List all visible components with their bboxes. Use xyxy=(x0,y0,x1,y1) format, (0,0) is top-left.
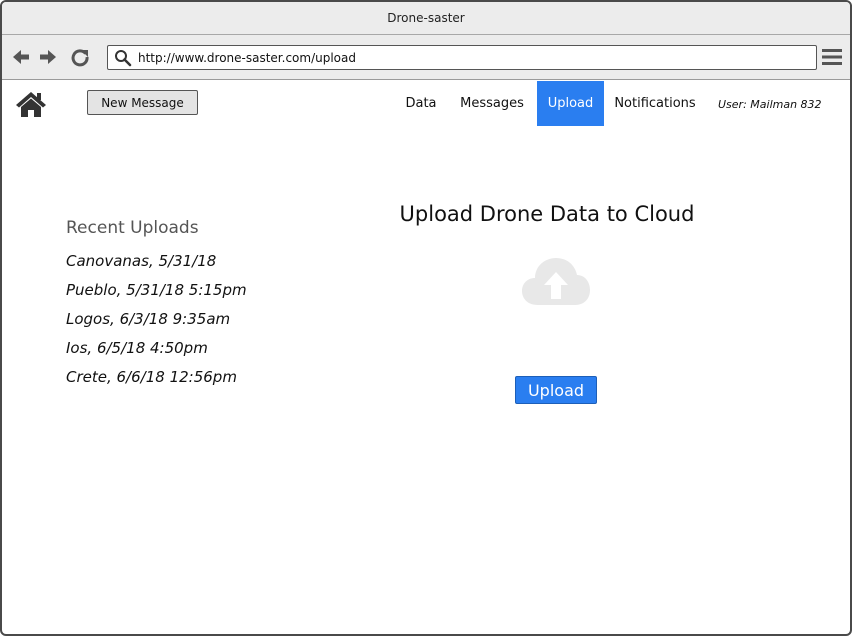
recent-upload-item[interactable]: Ios, 6/5/18 4:50pm xyxy=(66,337,247,366)
user-label: User: Mailman 832 xyxy=(718,98,822,111)
url-input[interactable] xyxy=(138,50,778,65)
nav-messages[interactable]: Messages xyxy=(454,81,530,126)
window-title: Drone-saster xyxy=(387,11,465,25)
address-bar[interactable] xyxy=(107,45,817,70)
browser-toolbar xyxy=(2,35,850,80)
arrow-right-icon[interactable] xyxy=(38,47,58,67)
reload-icon[interactable] xyxy=(70,47,90,67)
browser-window: Drone-saster New Message xyxy=(0,0,852,636)
cloud-upload-icon xyxy=(522,258,590,305)
nav-data[interactable]: Data xyxy=(400,81,442,126)
window-titlebar: Drone-saster xyxy=(2,2,850,35)
recent-upload-item[interactable]: Logos, 6/3/18 9:35am xyxy=(66,308,247,337)
upload-button[interactable]: Upload xyxy=(515,376,597,404)
recent-uploads-title: Recent Uploads xyxy=(66,218,199,238)
new-message-button[interactable]: New Message xyxy=(87,90,198,115)
nav-upload[interactable]: Upload xyxy=(537,81,604,126)
nav-notifications[interactable]: Notifications xyxy=(608,81,702,126)
recent-upload-item[interactable]: Canovanas, 5/31/18 xyxy=(66,250,247,279)
arrow-left-icon[interactable] xyxy=(11,47,31,67)
recent-uploads-list: Canovanas, 5/31/18 Pueblo, 5/31/18 5:15p… xyxy=(66,250,247,395)
home-icon[interactable] xyxy=(15,90,47,118)
upload-title: Upload Drone Data to Cloud xyxy=(399,202,695,226)
search-icon xyxy=(115,49,132,66)
recent-upload-item[interactable]: Pueblo, 5/31/18 5:15pm xyxy=(66,279,247,308)
recent-upload-item[interactable]: Crete, 6/6/18 12:56pm xyxy=(66,366,247,395)
hamburger-menu-icon[interactable] xyxy=(822,48,842,66)
